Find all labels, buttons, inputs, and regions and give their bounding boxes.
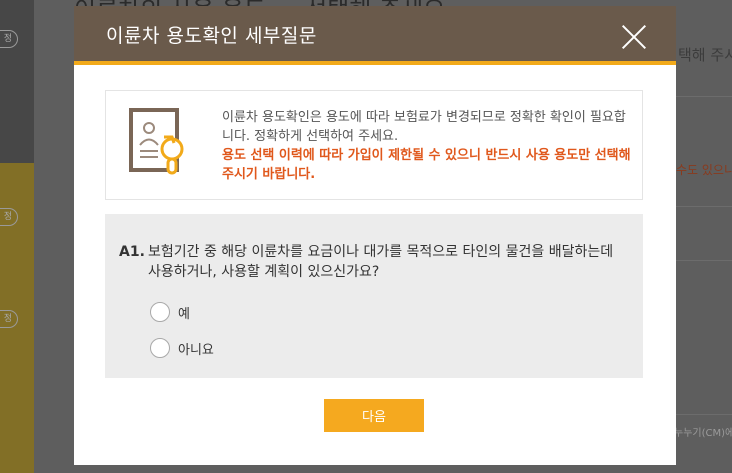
question-text: 보험기간 중 해당 이륜차를 요금이나 대가를 목적으로 타인의 물건을 배달하…	[148, 244, 614, 280]
radio-icon[interactable]	[150, 338, 170, 358]
background-sidebar: 정 정 정	[0, 0, 34, 473]
question-box: A1. 보험기간 중 해당 이륜차를 요금이나 대가를 목적으로 타인의 물건을…	[105, 214, 643, 378]
option-no[interactable]: 아니요	[150, 337, 214, 359]
background-right-text: 택해 주시	[678, 46, 732, 64]
notice-text: 이륜차 용도확인은 용도에 따라 보험료가 변경되므로 정확한 확인이 필요합니…	[222, 108, 632, 184]
option-label: 아니요	[178, 342, 214, 358]
notice-info: 이륜차 용도확인은 용도에 따라 보험료가 변경되므로 정확한 확인이 필요합니…	[222, 110, 626, 144]
notice-box: 이륜차 용도확인은 용도에 따라 보험료가 변경되므로 정확한 확인이 필요합니…	[105, 90, 643, 200]
header-accent-bar	[74, 61, 676, 65]
next-button[interactable]: 다음	[324, 399, 424, 432]
background-divider	[676, 96, 732, 97]
background-badge: 정	[0, 310, 18, 328]
background-footer-text: 누누기(CM)에	[674, 428, 732, 439]
background-badge: 정	[0, 30, 18, 48]
notice-warning: 용도 선택 이력에 따라 가입이 제한될 수 있으니 반드시 사용 용도만 선택…	[222, 148, 631, 182]
document-scooter-icon	[129, 108, 184, 175]
dialog-title: 이륜차 용도확인 세부질문	[106, 25, 317, 47]
question-number: A1.	[119, 244, 145, 260]
background-badge: 정	[0, 208, 18, 226]
background-divider	[676, 206, 732, 207]
background-divider	[676, 414, 732, 415]
background-divider	[676, 260, 732, 261]
radio-icon[interactable]	[150, 302, 170, 322]
usage-check-dialog: 이륜차 용도확인 세부질문 이륜차 용도확인은 용도에 따라 보험료가 변경되므…	[74, 6, 676, 465]
option-yes[interactable]: 예	[150, 301, 190, 323]
option-label: 예	[178, 306, 190, 322]
close-icon[interactable]	[620, 23, 648, 51]
background-right-warning: 수도 있으니	[676, 163, 732, 177]
dialog-header: 이륜차 용도확인 세부질문	[74, 6, 676, 61]
